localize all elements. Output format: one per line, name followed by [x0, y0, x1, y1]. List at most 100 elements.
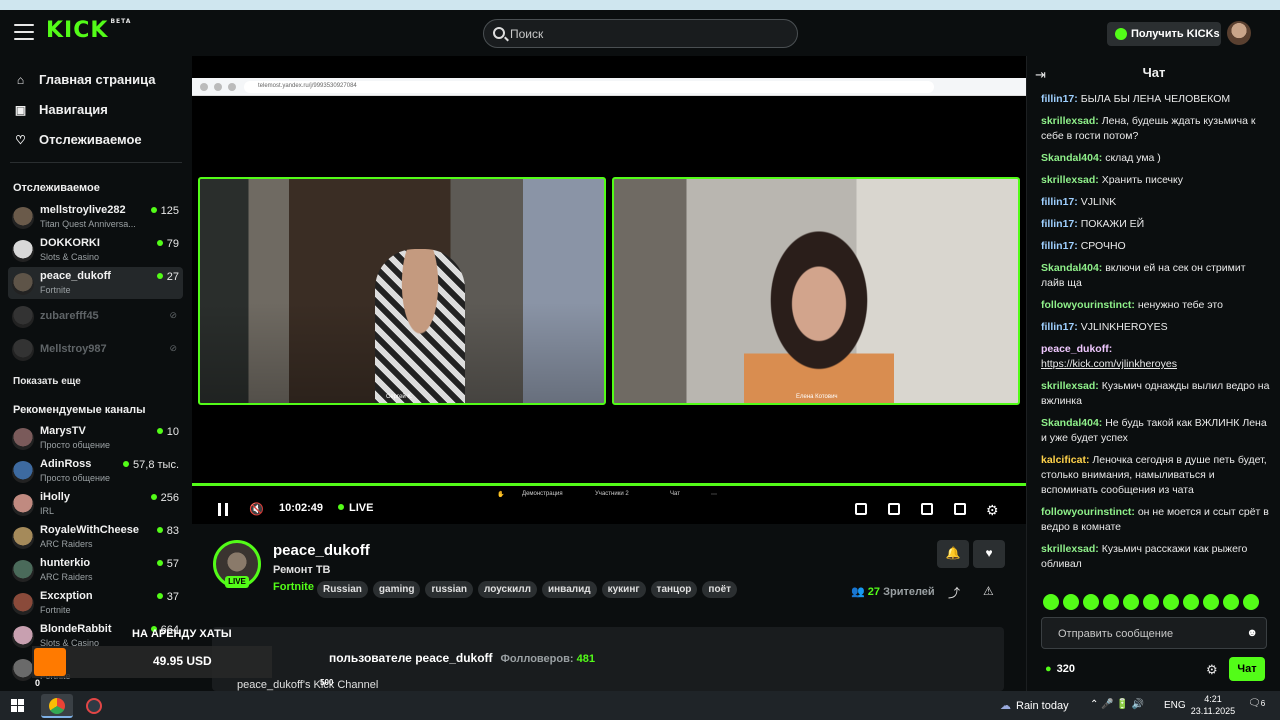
emote-icon[interactable]: [1063, 594, 1079, 610]
chat-username[interactable]: fillin17: [1041, 93, 1074, 105]
goal-icon: [34, 648, 66, 676]
report-icon[interactable]: ⚠: [983, 584, 994, 598]
stream-tag[interactable]: лоускилл: [478, 581, 537, 598]
emote-icon[interactable]: [1123, 594, 1139, 610]
clip-icon[interactable]: [888, 503, 900, 515]
show-more-link[interactable]: Показать еще: [13, 376, 81, 387]
chat-title: Чат: [1142, 65, 1166, 80]
stream-tag[interactable]: инвалид: [541, 581, 597, 598]
nav-browse[interactable]: ▣ Навигация: [14, 102, 108, 122]
menu-icon[interactable]: [14, 24, 34, 40]
chat-text: склад ума ): [1105, 152, 1161, 164]
nav-following[interactable]: ♡ Отслеживаемое: [14, 132, 142, 152]
chat-username[interactable]: followyourinstinct: [1041, 299, 1131, 311]
channel-viewers: 125: [151, 205, 179, 217]
player-controls: 🔇 10:02:49 LIVE ⚙: [192, 496, 1026, 524]
chat-username[interactable]: followyourinstinct: [1041, 506, 1131, 518]
emote-icon[interactable]: [1183, 594, 1199, 610]
language-indicator[interactable]: ENG: [1164, 700, 1186, 711]
streamer-name[interactable]: peace_dukoff: [273, 542, 370, 559]
search-input[interactable]: Поиск: [483, 19, 798, 48]
notification-bell-button[interactable]: 🔔: [937, 540, 969, 568]
live-progress-bar[interactable]: [192, 483, 1026, 486]
emote-icon[interactable]: [1203, 594, 1219, 610]
chat-message: skrillexsad: Кузьмич расскажи как рыжего…: [1041, 543, 1248, 570]
sidebar-channel[interactable]: RoyaleWithCheese ARC Raiders 83: [8, 521, 183, 553]
forward-icon: [214, 83, 222, 91]
emote-icon[interactable]: [1223, 594, 1239, 610]
emote-icon[interactable]: [1243, 594, 1259, 610]
emote-icon[interactable]: [1143, 594, 1159, 610]
emoji-icon[interactable]: ☻: [1246, 627, 1258, 639]
sidebar-channel[interactable]: MarysTV Просто общение 10: [8, 422, 183, 454]
channel-viewers: 79: [157, 238, 179, 250]
sidebar-channel[interactable]: Excxption Fortnite 37: [8, 587, 183, 619]
get-kicks-button[interactable]: Получить KICKs: [1107, 22, 1221, 46]
sidebar-channel[interactable]: DOKKORKI Slots & Casino 79: [8, 234, 183, 266]
share-icon[interactable]: ⤴: [948, 584, 960, 601]
channel-name: DOKKORKI: [40, 237, 100, 249]
viewer-count: 👥 27 Зрителей: [851, 586, 935, 598]
chat-username[interactable]: Skandal404: [1041, 262, 1099, 274]
chat-send-button[interactable]: Чат: [1229, 657, 1265, 681]
chat-username[interactable]: skrillexsad: [1041, 174, 1095, 186]
kicks-balance[interactable]: 320: [1045, 663, 1075, 675]
emote-icon[interactable]: [1103, 594, 1119, 610]
camera-tile-2: Елена Котович: [612, 177, 1020, 405]
stream-tag[interactable]: кукинг: [601, 581, 646, 598]
chat-text: БЫЛА БЫ ЛЕНА ЧЕЛОВЕКОМ: [1080, 93, 1231, 105]
pip-icon[interactable]: [855, 503, 867, 515]
channel-viewers: 256: [151, 492, 179, 504]
chat-username[interactable]: skrillexsad: [1041, 380, 1095, 392]
user-avatar[interactable]: [1227, 21, 1251, 45]
sidebar-channel[interactable]: Mellstroy987 ⊘: [8, 333, 183, 365]
stream-category[interactable]: Fortnite: [273, 581, 314, 593]
windows-start-icon[interactable]: [11, 699, 24, 712]
settings-gear-icon[interactable]: ⚙: [986, 502, 999, 519]
kick-logo[interactable]: KICK BETA: [46, 18, 131, 43]
emote-icon[interactable]: [1163, 594, 1179, 610]
chat-username[interactable]: peace_dukoff: [1041, 343, 1109, 355]
chat-settings-icon[interactable]: ⚙: [1206, 662, 1218, 678]
theater-mode-icon[interactable]: [921, 503, 933, 515]
stream-tag[interactable]: gaming: [372, 581, 421, 598]
chat-username[interactable]: skrillexsad: [1041, 543, 1095, 555]
stream-tag[interactable]: Russian: [317, 581, 368, 598]
clock[interactable]: 4:21 23.11.2025: [1190, 693, 1236, 717]
system-tray-icons[interactable]: ⌃ 🎤 🔋 🔊: [1090, 699, 1144, 710]
followed-title: Отслеживаемое: [13, 182, 100, 194]
sidebar-channel[interactable]: hunterkio ARC Raiders 57: [8, 554, 183, 586]
chrome-taskbar-icon[interactable]: [41, 694, 73, 718]
sidebar-channel[interactable]: AdinRoss Просто общение 57,8 тыс.: [8, 455, 183, 487]
channel-category: ARC Raiders: [40, 539, 93, 549]
chat-username[interactable]: kalcificat: [1041, 454, 1086, 466]
notification-icon[interactable]: 🗨6: [1248, 698, 1265, 709]
chat-username[interactable]: fillin17: [1041, 321, 1074, 333]
nav-home[interactable]: ⌂ Главная страница: [14, 72, 156, 92]
mute-icon[interactable]: 🔇: [249, 502, 264, 516]
chat-message: fillin17: ПОКАЖИ ЕЙ: [1041, 218, 1145, 230]
chat-username[interactable]: fillin17: [1041, 196, 1074, 208]
chat-input[interactable]: Отправить сообщение ☻: [1041, 617, 1267, 649]
sidebar-channel[interactable]: peace_dukoff Fortnite 27: [8, 267, 183, 299]
chat-username[interactable]: fillin17: [1041, 240, 1074, 252]
chat-username[interactable]: Skandal404: [1041, 152, 1099, 164]
sidebar-channel[interactable]: iHolly IRL 256: [8, 488, 183, 520]
app-taskbar-icon[interactable]: [78, 694, 110, 718]
emote-icon[interactable]: [1083, 594, 1099, 610]
fullscreen-icon[interactable]: [954, 503, 966, 515]
chat-username[interactable]: Skandal404: [1041, 417, 1099, 429]
chat-username[interactable]: fillin17: [1041, 218, 1074, 230]
pause-button[interactable]: [218, 503, 228, 516]
weather-widget[interactable]: Rain today: [1000, 699, 1069, 712]
stream-tag[interactable]: russian: [425, 581, 474, 598]
channel-category: Fortnite: [40, 285, 71, 295]
sidebar-channel[interactable]: zubarefff45 ⊘: [8, 300, 183, 332]
video-player[interactable]: telemost.yandex.ru/j/9993530927084 Серге…: [192, 56, 1026, 524]
stream-tag[interactable]: танцор: [650, 581, 698, 598]
chat-username[interactable]: skrillexsad: [1041, 115, 1095, 127]
follow-button[interactable]: ♥: [973, 540, 1005, 568]
stream-tag[interactable]: поёт: [702, 581, 738, 598]
emote-icon[interactable]: [1043, 594, 1059, 610]
sidebar-channel[interactable]: mellstroylive282 Titan Quest Anniversа...…: [8, 201, 183, 233]
